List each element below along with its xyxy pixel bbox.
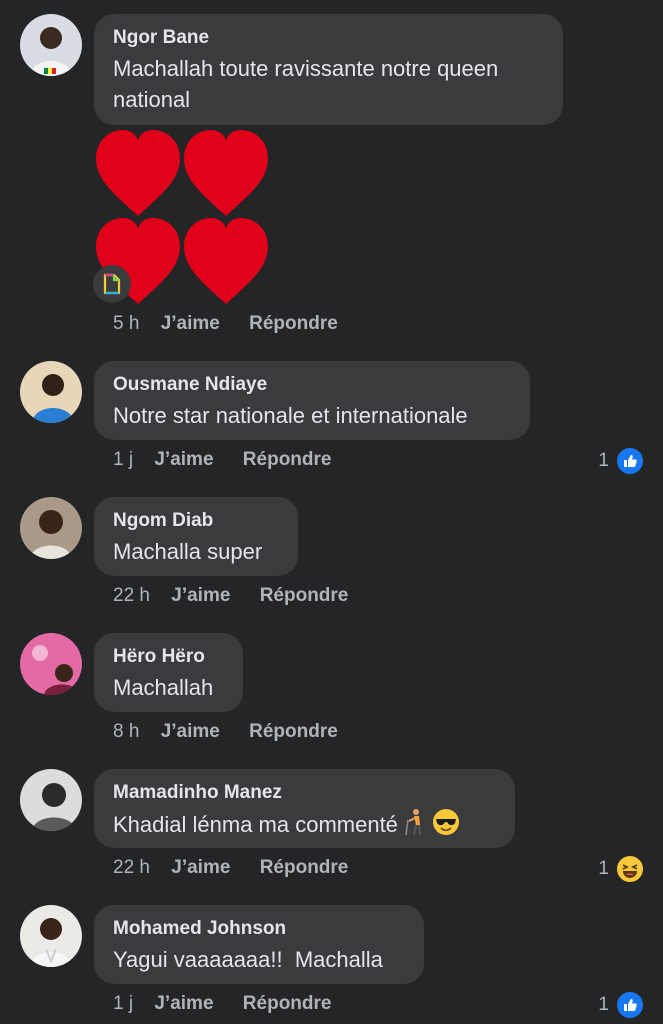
comment-author[interactable]: Ngor Bane [113,26,544,50]
comment-meta: 1 j J’aime Répondre [113,449,331,471]
comment-time[interactable]: 1 j [113,449,133,471]
reaction-summary[interactable]: 1 [598,990,645,1020]
comment-time[interactable]: 8 h [113,721,139,743]
comment-text: Notre star nationale et internationale [113,403,468,428]
like-link[interactable]: J’aime [171,857,230,879]
comment-time[interactable]: 22 h [113,585,150,607]
comment-bubble: Mamadinho Manez Khadial lénma ma comment… [94,769,515,848]
reaction-count: 1 [598,994,609,1015]
comment-author[interactable]: Mohamed Johnson [113,917,405,941]
comment-bubble: Hëro Hëro Machallah [94,633,243,712]
comment-author[interactable]: Mamadinho Manez [113,781,496,805]
comment-meta: 8 h J’aime Répondre [113,721,338,743]
like-link[interactable]: J’aime [161,721,220,743]
avatar[interactable] [20,633,82,695]
comment-text-content: Khadial lénma ma commenté [113,812,398,837]
comment-time[interactable]: 5 h [113,313,139,335]
reaction-summary[interactable]: 1 [598,446,645,476]
avatar[interactable] [20,905,82,967]
reply-link[interactable]: Répondre [249,313,338,335]
like-link[interactable]: J’aime [154,993,213,1015]
haha-icon [615,854,645,884]
avatar[interactable] [20,14,82,76]
comment-author[interactable]: Ousmane Ndiaye [113,373,511,397]
reply-link[interactable]: Répondre [249,721,338,743]
person-with-cane-emoji [405,809,422,836]
comment-meta: 1 j J’aime Répondre [113,993,331,1015]
comment-meta: 22 h J’aime Répondre [113,857,348,879]
comment-meta: 5 h J’aime Répondre [113,313,338,335]
comment-author[interactable]: Hëro Hëro [113,645,224,669]
comment-text: Khadial lénma ma commenté [113,808,496,840]
reply-link[interactable]: Répondre [243,449,332,471]
comment-text: Machallah [113,675,214,700]
comment-text: Machallah toute ravissante notre queen n… [113,56,499,112]
sunglasses-emoji [433,809,460,835]
comment-bubble: Mohamed Johnson Yagui vaaaaaaa!! Machall… [94,905,424,984]
avatar[interactable] [20,497,82,559]
reaction-count: 1 [598,450,609,471]
comment-text: Yagui vaaaaaaa!! Machalla [113,947,383,972]
reply-link[interactable]: Répondre [260,585,349,607]
like-icon [615,446,645,476]
comment-bubble: Ngom Diab Machalla super [94,497,298,576]
reply-link[interactable]: Répondre [260,857,349,879]
comment-time[interactable]: 22 h [113,857,150,879]
reaction-summary[interactable]: 1 [598,854,645,884]
like-link[interactable]: J’aime [154,449,213,471]
like-link[interactable]: J’aime [161,313,220,335]
avatar[interactable] [20,769,82,831]
comment-text: Machalla super [113,539,263,564]
comment-bubble: Ousmane Ndiaye Notre star nationale et i… [94,361,530,440]
reply-link[interactable]: Répondre [243,993,332,1015]
avatar[interactable] [20,361,82,423]
comment-time[interactable]: 1 j [113,993,133,1015]
comment-meta: 22 h J’aime Répondre [113,585,348,607]
comment-author[interactable]: Ngom Diab [113,509,279,533]
comment-bubble: Ngor Bane Machallah toute ravissante not… [94,14,563,125]
like-link[interactable]: J’aime [171,585,230,607]
sticker-badge-icon [93,265,131,303]
like-icon [615,990,645,1020]
reaction-count: 1 [598,858,609,879]
